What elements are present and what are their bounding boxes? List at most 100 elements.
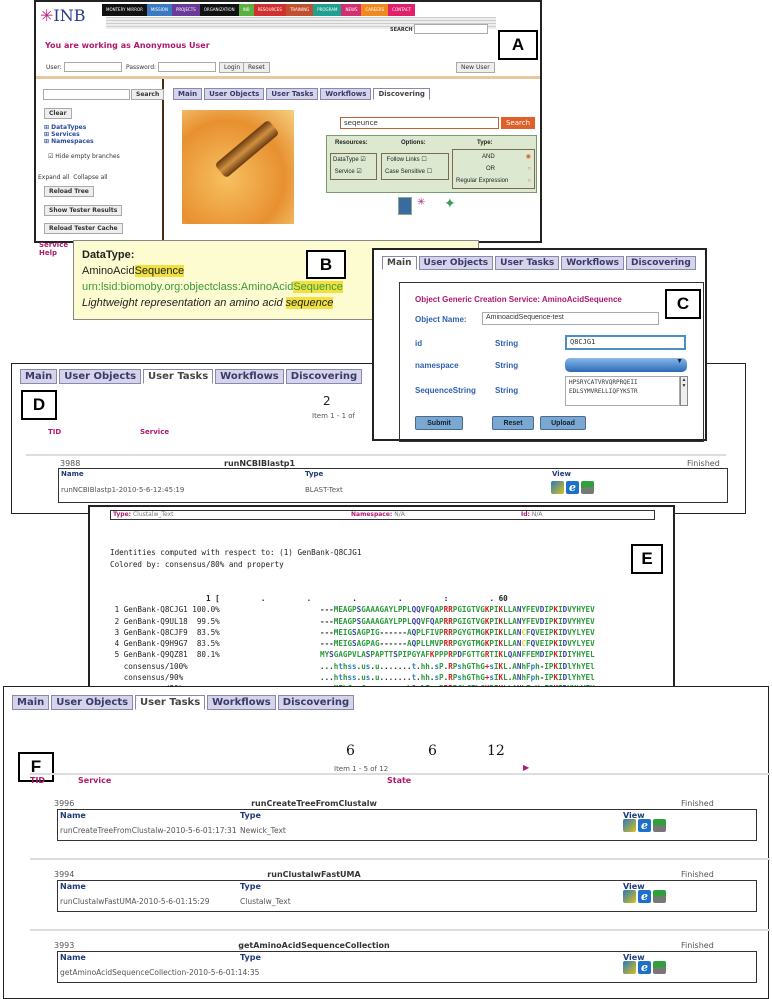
reload-tree-button[interactable]: Reload Tree bbox=[44, 186, 94, 197]
inb-logo[interactable]: ✳INB bbox=[40, 6, 85, 25]
tab-workflows[interactable]: Workflows bbox=[207, 695, 276, 710]
clear-button[interactable]: Clear bbox=[44, 108, 72, 119]
nav-item[interactable]: TRAINING bbox=[285, 4, 314, 16]
user-label: User: bbox=[46, 64, 62, 71]
tab-main[interactable]: Main bbox=[382, 256, 417, 270]
object-name-input[interactable]: AminoacidSequence-test bbox=[482, 312, 659, 325]
col-tid: TID bbox=[30, 776, 46, 785]
help-link[interactable]: Help bbox=[39, 249, 68, 257]
download-icon[interactable] bbox=[581, 481, 594, 494]
case-sensitive-checkbox[interactable]: Case Sensitive ☐ bbox=[385, 166, 448, 178]
reload-tester-cache-button[interactable]: Reload Tester Cache bbox=[44, 223, 123, 234]
tab-workflows[interactable]: Workflows bbox=[561, 256, 624, 270]
hide-empty-checkbox[interactable]: ☑ Hide empty branches bbox=[48, 153, 120, 160]
tab-main[interactable]: Main bbox=[12, 695, 50, 710]
namespace-select[interactable]: ▼ bbox=[565, 358, 687, 372]
nav-item[interactable]: MISSION bbox=[146, 4, 172, 16]
task-service[interactable]: runClustalwFastUMA bbox=[234, 870, 394, 879]
tab-user-tasks[interactable]: User Tasks bbox=[143, 369, 214, 384]
password-input[interactable] bbox=[158, 62, 216, 72]
alignment-row: 3 GenBank-Q8CJF9 83.5% ---MEIGSAGPIG-----… bbox=[110, 627, 595, 638]
view-browser-icon[interactable]: e bbox=[566, 481, 579, 494]
radio-and[interactable]: AND ◉ bbox=[456, 151, 531, 163]
download-icon[interactable] bbox=[653, 890, 666, 903]
nav-item[interactable]: PROGRAM bbox=[313, 4, 342, 16]
tab-user-tasks[interactable]: User Tasks bbox=[495, 256, 560, 270]
tree-search-button[interactable]: Search bbox=[131, 89, 165, 100]
tab-main[interactable]: Main bbox=[20, 369, 58, 384]
reset-button[interactable]: Reset bbox=[243, 62, 270, 73]
tab-user-objects[interactable]: User Objects bbox=[418, 256, 494, 270]
telescope-map-image bbox=[182, 110, 294, 224]
view-tool-icon[interactable] bbox=[623, 890, 636, 903]
discover-search-input[interactable]: seqeunce bbox=[340, 117, 499, 129]
nav-item[interactable]: MONTERY MIRROR bbox=[102, 4, 147, 16]
tree-search-input[interactable] bbox=[43, 89, 130, 100]
nav-item[interactable]: PROJECTS bbox=[171, 4, 200, 16]
tab-workflows[interactable]: Workflows bbox=[320, 88, 372, 100]
nav-item[interactable]: RESOURCES bbox=[253, 4, 286, 16]
service-checkbox[interactable]: Service ☑ bbox=[333, 166, 376, 178]
tab-user-objects[interactable]: User Objects bbox=[204, 88, 265, 100]
service-link[interactable]: Service bbox=[39, 241, 68, 249]
task-service[interactable]: getAminoAcidSequenceCollection bbox=[234, 941, 394, 950]
item-range: Item 1 - 5 of 12 bbox=[334, 765, 389, 773]
expand-all-link[interactable]: Expand all bbox=[38, 174, 69, 181]
radio-regex[interactable]: Regular Expression ○ bbox=[456, 175, 531, 187]
view-tool-icon[interactable] bbox=[551, 481, 564, 494]
tab-discovering[interactable]: Discovering bbox=[373, 88, 430, 100]
row-label: 1 GenBank-Q8CJG1 100.0% bbox=[110, 605, 220, 615]
task-service[interactable]: runNCBIBlastp1 bbox=[224, 459, 295, 468]
page-number[interactable]: 2 bbox=[323, 394, 331, 408]
tab-workflows[interactable]: Workflows bbox=[215, 369, 284, 384]
site-search-input[interactable] bbox=[414, 24, 488, 34]
tab-user-tasks[interactable]: User Tasks bbox=[135, 695, 206, 710]
page-link-6a[interactable]: 6 bbox=[346, 743, 355, 759]
tree-item-namespaces[interactable]: ⊞ Namespaces bbox=[44, 138, 94, 145]
view-tool-icon[interactable] bbox=[623, 819, 636, 832]
submit-button[interactable]: Submit bbox=[415, 416, 463, 430]
discover-search-button[interactable]: Search bbox=[501, 117, 535, 129]
tab-user-objects[interactable]: User Objects bbox=[59, 369, 142, 384]
show-tester-results-button[interactable]: Show Tester Results bbox=[44, 205, 123, 216]
next-page-arrow[interactable]: ▶ bbox=[523, 763, 529, 772]
textarea-scrollbar[interactable]: ▲ ▼ bbox=[680, 376, 688, 406]
task-service[interactable]: runCreateTreeFromClustalw bbox=[234, 799, 394, 808]
tab-main[interactable]: Main bbox=[173, 88, 203, 100]
login-button[interactable]: Login bbox=[219, 62, 246, 73]
task-type: BLAST-Text bbox=[305, 486, 343, 494]
tab-discovering[interactable]: Discovering bbox=[626, 256, 696, 270]
tab-user-tasks[interactable]: User Tasks bbox=[266, 88, 319, 100]
nav-item[interactable]: CAREERS bbox=[361, 4, 389, 16]
follow-links-checkbox[interactable]: Follow Links ☐ bbox=[385, 154, 448, 166]
download-icon[interactable] bbox=[653, 819, 666, 832]
tab-discovering[interactable]: Discovering bbox=[277, 695, 355, 710]
download-icon[interactable] bbox=[653, 961, 666, 974]
nav-item[interactable]: CONTACT bbox=[388, 4, 416, 16]
field-namespace-type: String bbox=[495, 361, 519, 370]
new-user-button[interactable]: New User bbox=[456, 62, 495, 73]
tab-discovering[interactable]: Discovering bbox=[285, 369, 363, 384]
page-link-6b[interactable]: 6 bbox=[428, 743, 437, 759]
field-sequence-type: String bbox=[495, 386, 519, 395]
id-input[interactable]: Q8CJG1 bbox=[565, 335, 686, 350]
reset-button[interactable]: Reset bbox=[492, 416, 534, 430]
upload-button[interactable]: Upload bbox=[540, 416, 586, 430]
page-link-12[interactable]: 12 bbox=[487, 743, 505, 759]
view-browser-icon[interactable]: e bbox=[638, 890, 651, 903]
tree-item-datatypes[interactable]: ⊞ DataTypes bbox=[44, 124, 94, 131]
radio-or[interactable]: OR ○ bbox=[456, 163, 531, 175]
view-browser-icon[interactable]: e bbox=[638, 819, 651, 832]
nav-item[interactable]: INB bbox=[238, 4, 254, 16]
view-browser-icon[interactable]: e bbox=[638, 961, 651, 974]
view-tool-icon[interactable] bbox=[623, 961, 636, 974]
row-sequence: ...hthss.us.u.......t.hh.sP.RPshGThG+sIK… bbox=[320, 673, 595, 683]
datatype-checkbox[interactable]: DataType ☑ bbox=[333, 154, 376, 166]
tab-user-objects[interactable]: User Objects bbox=[51, 695, 134, 710]
tree-item-services[interactable]: ⊞ Services bbox=[44, 131, 94, 138]
sequence-textarea[interactable]: HPSRYCATVRVQRPRQEII EDLSYMVRELLIQFYKSTR bbox=[565, 376, 680, 406]
user-input[interactable] bbox=[64, 62, 122, 72]
nav-item[interactable]: ORGANIZATION bbox=[199, 4, 239, 16]
nav-item[interactable]: NEWS bbox=[341, 4, 362, 16]
collapse-all-link[interactable]: Collapse all bbox=[73, 174, 107, 181]
